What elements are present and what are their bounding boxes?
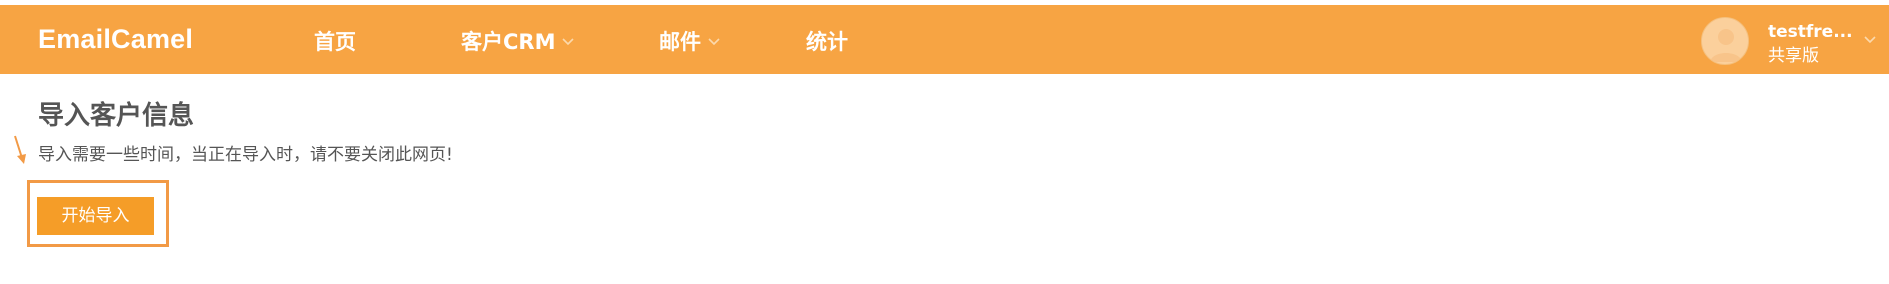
nav-item-crm[interactable]: 客户CRM: [461, 27, 575, 55]
start-import-button[interactable]: 开始导入: [37, 197, 154, 235]
top-navbar: EmailCamel 首页 客户CRM 邮件 统计 testfre... 共享版: [0, 5, 1889, 74]
nav-item-label: 邮件: [659, 30, 701, 54]
user-name[interactable]: testfre...: [1768, 21, 1853, 43]
user-avatar-icon[interactable]: [1701, 17, 1749, 65]
chevron-down-icon: [707, 34, 721, 48]
import-notice: 导入需要一些时间，当正在导入时，请不要关闭此网页!: [38, 145, 453, 165]
brand-logo[interactable]: EmailCamel: [38, 23, 193, 55]
page-title: 导入客户信息: [38, 101, 195, 131]
nav-item-label: 首页: [314, 30, 356, 54]
chevron-down-icon[interactable]: [1862, 31, 1878, 47]
arrow-icon: [12, 134, 28, 166]
nav-item-label: 客户CRM: [461, 30, 556, 54]
nav-item-stats[interactable]: 统计: [806, 27, 848, 55]
chevron-down-icon: [561, 34, 575, 48]
nav-item-home[interactable]: 首页: [314, 27, 356, 55]
user-plan: 共享版: [1768, 46, 1819, 66]
nav-item-mail[interactable]: 邮件: [659, 27, 721, 55]
nav-item-label: 统计: [806, 30, 848, 54]
